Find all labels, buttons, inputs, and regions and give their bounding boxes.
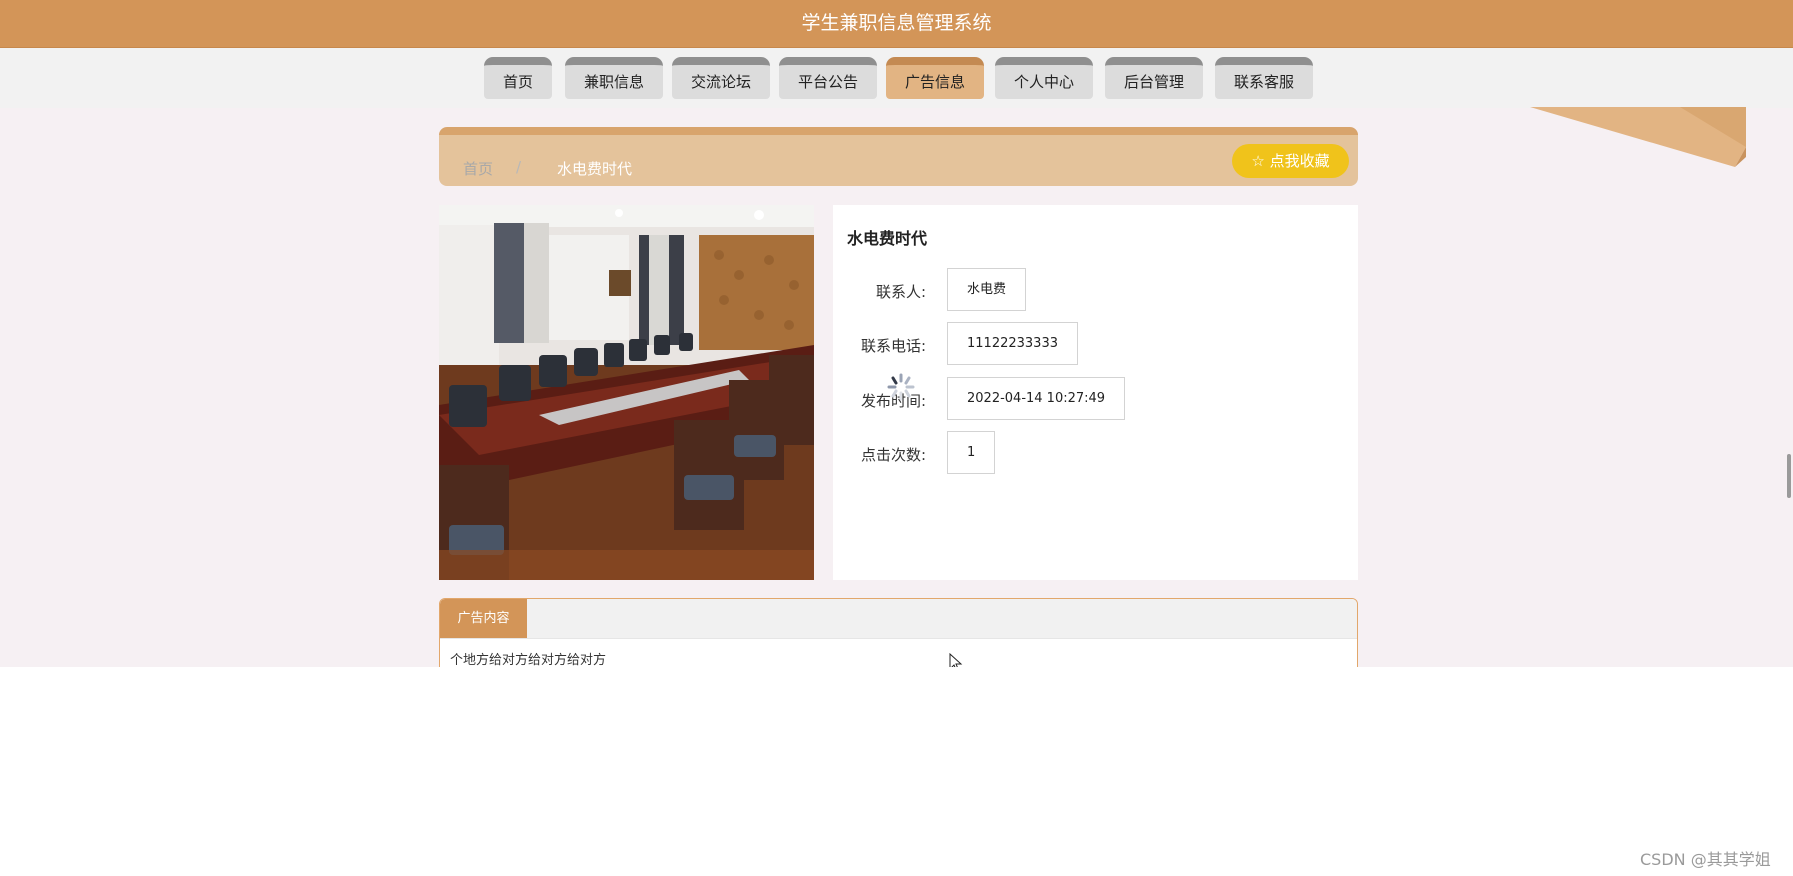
tab-ad-content[interactable]: 广告内容: [440, 599, 527, 638]
phone-value: 11122233333: [947, 322, 1078, 365]
ad-content-text: 个地方给对方给对方给对方: [450, 653, 607, 667]
favorite-button[interactable]: ☆ 点我收藏: [1232, 144, 1349, 178]
nav-item-profile[interactable]: 个人中心: [995, 57, 1093, 99]
corner-decoration: [1530, 107, 1746, 167]
nav-item-admin[interactable]: 后台管理: [1105, 57, 1203, 99]
main-nav: 首页 兼职信息 交流论坛 平台公告 广告信息 个人中心 后台管理 联系客服: [0, 48, 1793, 108]
contact-value: 水电费: [947, 268, 1027, 311]
app-frame: 学生兼职信息管理系统 首页 兼职信息 交流论坛 平台公告 广告信息 个人中心 后…: [0, 0, 1793, 667]
system-title: 学生兼职信息管理系统: [0, 0, 1793, 48]
publish-time-value: 2022-04-14 10:27:49: [947, 377, 1126, 420]
watermark: CSDN @其其学姐: [1640, 850, 1771, 869]
ad-image: [439, 205, 814, 580]
nav-item-jobs[interactable]: 兼职信息: [565, 57, 663, 99]
scrollbar-thumb[interactable]: [1787, 454, 1791, 498]
click-count-label: 点击次数:: [860, 446, 926, 464]
nav-item-support[interactable]: 联系客服: [1215, 57, 1313, 99]
nav-item-notices[interactable]: 平台公告: [779, 57, 877, 99]
loading-spinner-icon: [887, 373, 915, 401]
contact-label: 联系人:: [875, 283, 926, 301]
click-count-value: 1: [947, 431, 996, 474]
breadcrumb: 首页 / 水电费时代 ☆ 点我收藏: [439, 127, 1358, 186]
breadcrumb-current: 水电费时代: [557, 160, 633, 178]
nav-item-ads[interactable]: 广告信息: [886, 57, 984, 99]
ad-content-panel: 广告内容 个地方给对方给对方给对方: [439, 598, 1358, 667]
nav-item-forum[interactable]: 交流论坛: [672, 57, 770, 99]
mouse-cursor-icon: [949, 653, 963, 667]
detail-title: 水电费时代: [847, 229, 928, 248]
breadcrumb-home-link[interactable]: 首页: [463, 158, 493, 179]
phone-label: 联系电话:: [860, 337, 926, 355]
breadcrumb-separator: /: [516, 158, 522, 176]
content-tab-bar: 广告内容: [440, 599, 1357, 639]
nav-item-home[interactable]: 首页: [484, 57, 552, 99]
